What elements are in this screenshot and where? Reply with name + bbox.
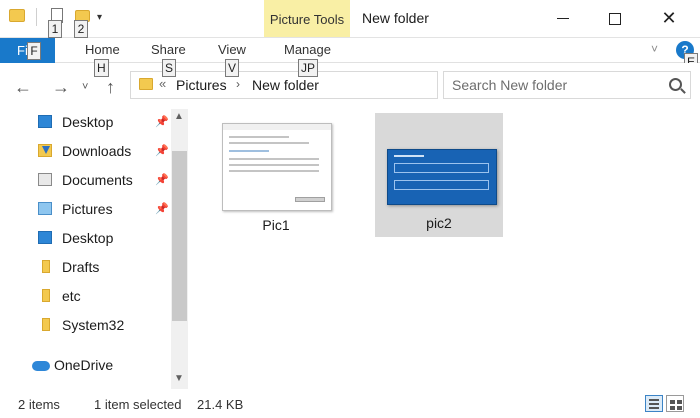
expand-ribbon-icon[interactable]: ˅ <box>651 42 658 56</box>
keytip-jp-overlay: JP <box>298 59 319 77</box>
file-item-pic1[interactable]: Pic1 <box>212 113 340 237</box>
chevron-down-icon[interactable]: ▾ <box>97 12 102 23</box>
keytip-2: 2 <box>74 20 88 38</box>
close-button[interactable]: ✕ <box>646 0 692 37</box>
navigation-pane: Desktop 📌 Downloads 📌 Documents 📌 Pictur… <box>0 109 190 389</box>
onedrive-cloud-icon <box>32 361 50 371</box>
keytip-h-overlay: H <box>94 59 109 77</box>
large-icons-view-icon[interactable] <box>666 395 684 412</box>
pin-icon: 📌 <box>155 116 169 128</box>
nav-item-label: Drafts <box>62 259 100 275</box>
scrollbar-thumb[interactable] <box>172 151 187 321</box>
desktop-icon <box>38 115 52 128</box>
selection-size: 21.4 KB <box>197 397 244 412</box>
tab-home[interactable]: Home <box>85 42 120 57</box>
folder-icon <box>42 289 50 302</box>
breadcrumb-separator[interactable]: › <box>236 77 240 91</box>
minimize-button[interactable] <box>540 0 586 37</box>
recent-locations-button[interactable]: ˅ <box>82 81 88 93</box>
scroll-down-icon[interactable]: ▼ <box>174 373 184 384</box>
file-name: pic2 <box>426 215 452 231</box>
navigation-bar: ← → ˅ ↑ « Pictures › New folder ↻ Search… <box>0 59 700 109</box>
navigation-pane-scrollbar[interactable]: ▲ ▼ <box>171 109 188 389</box>
keytip-f: F <box>27 42 41 60</box>
search-icon <box>669 78 682 91</box>
thumbnail-image <box>222 123 332 211</box>
up-button[interactable]: ↑ <box>106 77 115 98</box>
nav-item-label: Pictures <box>62 201 113 217</box>
folder-icon[interactable] <box>9 9 25 22</box>
forward-button[interactable]: → <box>52 77 70 98</box>
status-bar: 2 items 1 item selected 21.4 KB <box>0 389 700 418</box>
tab-manage[interactable]: Manage <box>284 42 331 57</box>
nav-item-label: etc <box>62 288 81 304</box>
nav-item-label: Desktop <box>62 230 114 246</box>
folder-icon <box>42 318 50 331</box>
keytip-v-overlay: V <box>225 59 240 77</box>
file-name: Pic1 <box>262 217 290 233</box>
search-input[interactable]: Search New folder <box>443 71 691 99</box>
window-title: New folder <box>362 10 429 26</box>
folder-icon <box>42 260 50 273</box>
file-item-pic2[interactable]: pic2 <box>375 113 503 237</box>
picture-tools-tab: Picture Tools <box>264 0 350 37</box>
breadcrumb-overflow[interactable]: « <box>159 76 166 91</box>
pin-icon: 📌 <box>155 203 169 215</box>
title-bar: 1 2 ▾ Picture Tools New folder ✕ <box>0 0 700 38</box>
keytip-1: 1 <box>48 20 62 38</box>
tab-view[interactable]: View <box>218 42 246 57</box>
downloads-icon <box>38 144 52 157</box>
scroll-up-icon[interactable]: ▲ <box>174 111 184 122</box>
selection-status: 1 item selected <box>94 397 182 412</box>
pictures-icon <box>38 202 52 215</box>
breadcrumb-new-folder[interactable]: New folder <box>252 77 319 93</box>
pin-icon: 📌 <box>155 174 169 186</box>
file-list: Pic1 pic2 <box>190 109 700 389</box>
maximize-button[interactable] <box>592 0 638 37</box>
search-placeholder: Search New folder <box>452 77 568 93</box>
tab-share[interactable]: Share <box>151 42 186 57</box>
minimize-icon <box>557 18 569 20</box>
nav-item-label: Downloads <box>62 143 132 159</box>
nav-item-label: System32 <box>62 317 125 333</box>
divider <box>36 8 37 26</box>
folder-icon <box>139 78 153 90</box>
address-bar[interactable]: « Pictures › New folder ↻ <box>130 71 561 99</box>
keytip-s-overlay: S <box>162 59 177 77</box>
details-view-icon[interactable] <box>645 395 663 412</box>
pin-icon: 📌 <box>155 145 169 157</box>
nav-item-label: Desktop <box>62 114 114 130</box>
back-button[interactable]: ← <box>14 77 32 98</box>
desktop-icon <box>38 231 52 244</box>
nav-item-label: Documents <box>62 172 133 188</box>
documents-icon <box>38 173 52 186</box>
nav-item-label: OneDrive <box>54 357 114 373</box>
breadcrumb-pictures[interactable]: Pictures <box>176 77 227 93</box>
thumbnail-image <box>387 149 497 205</box>
item-count: 2 items <box>18 397 60 412</box>
maximize-icon <box>609 12 621 25</box>
